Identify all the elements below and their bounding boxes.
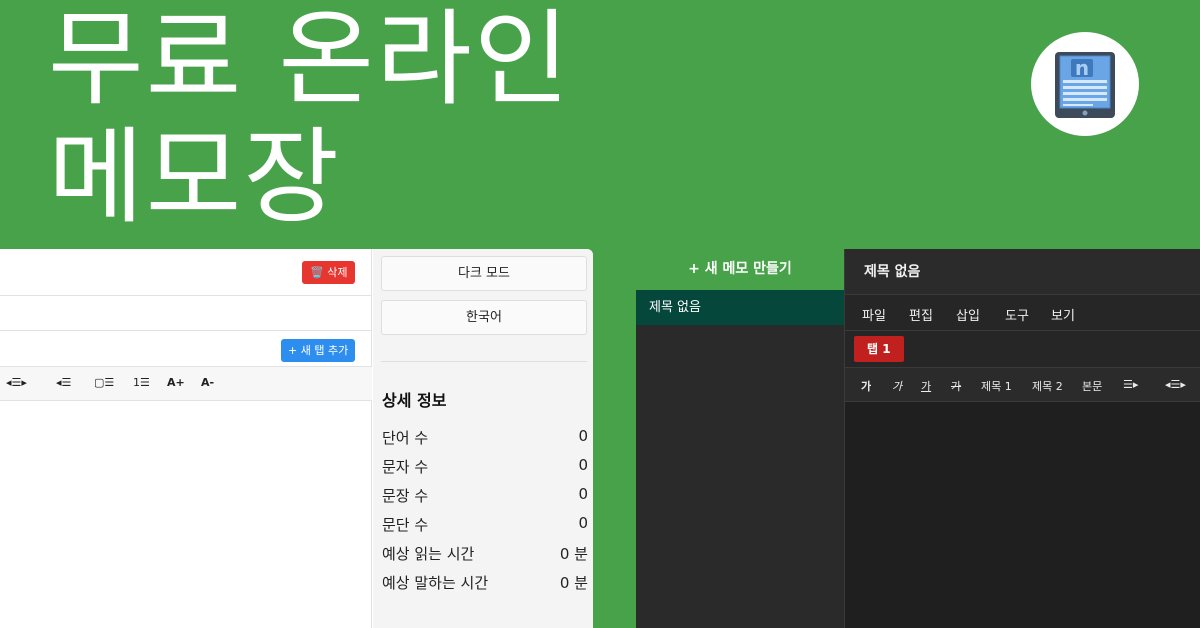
app-logo: n <box>1031 32 1139 136</box>
hero-line-2: 메모장 <box>48 116 342 238</box>
dark-menu-bar: 파일 편집 삽입 도구 보기 <box>845 295 1200 331</box>
stat-speaking-time: 예상 말하는 시간 0 분 <box>382 572 588 594</box>
stat-sentence-count: 문장 수 0 <box>382 485 588 507</box>
menu-item-insert[interactable]: 삽입 <box>956 305 980 324</box>
delete-button[interactable]: 🗑️ 삭제 <box>302 261 356 284</box>
stat-label: 문단 수 <box>382 516 429 534</box>
notepad-book-icon: n <box>1055 52 1115 118</box>
menu-bar <box>0 296 372 331</box>
stat-label: 예상 읽는 시간 <box>382 545 475 563</box>
dark-app-panel: + 새 메모 만들기 제목 없음 제목 없음 파일 편집 삽입 도구 보기 탭 … <box>636 249 1200 628</box>
menu-item-file[interactable]: 파일 <box>862 305 886 324</box>
stat-word-count: 단어 수 0 <box>382 427 588 449</box>
dark-format-toolbar: 가 가 가 가 제목 1 제목 2 본문 ☰▸ ◂☰▸ <box>845 368 1200 402</box>
heading1-button[interactable]: 제목 1 <box>981 378 1012 394</box>
align-center-button[interactable]: ◂☰▸ <box>6 376 27 389</box>
light-editor-panel: 🗑️ 삭제 + 새 탭 추가 ◂☰▸ ◂☰ ▢☰ 1☰ A+ A- 다크 모드 … <box>0 249 593 628</box>
stat-value: 0 <box>578 456 588 474</box>
font-increase-button[interactable]: A+ <box>167 376 185 389</box>
heading2-button[interactable]: 제목 2 <box>1032 378 1063 394</box>
logo-letter: n <box>1075 56 1089 80</box>
memo-sidebar: + 새 메모 만들기 제목 없음 <box>636 249 844 628</box>
editor-header: 🗑️ 삭제 <box>0 249 372 296</box>
stat-value: 0 <box>578 427 588 445</box>
font-decrease-button[interactable]: A- <box>201 376 214 389</box>
underline-button[interactable]: 가 <box>921 378 931 394</box>
hero-title: 무료 온라인 메모장 <box>48 0 571 236</box>
hero-line-1: 무료 온라인 <box>48 0 572 120</box>
stat-value: 0 분 <box>559 574 588 592</box>
stat-label: 문장 수 <box>382 487 429 505</box>
stat-value: 0 <box>578 514 588 532</box>
stat-label: 예상 말하는 시간 <box>382 574 489 592</box>
stat-reading-time: 예상 읽는 시간 0 분 <box>382 543 588 565</box>
new-memo-button[interactable]: + 새 메모 만들기 <box>636 249 844 290</box>
menu-item-tools[interactable]: 도구 <box>1005 305 1029 324</box>
stat-paragraph-count: 문단 수 0 <box>382 514 588 536</box>
dark-mode-button[interactable]: 다크 모드 <box>381 256 587 291</box>
editor-main: 🗑️ 삭제 + 새 탭 추가 ◂☰▸ ◂☰ ▢☰ 1☰ A+ A- <box>0 249 372 628</box>
sidebar-divider <box>381 361 587 362</box>
strikethrough-button[interactable]: 가 <box>951 378 961 394</box>
menu-item-view[interactable]: 보기 <box>1051 305 1075 324</box>
outdent-button[interactable]: ◂☰ <box>56 376 71 389</box>
details-title: 상세 정보 <box>382 391 447 410</box>
add-tab-button[interactable]: + 새 탭 추가 <box>281 339 356 362</box>
bold-button[interactable]: 가 <box>861 378 871 394</box>
align-right-button[interactable]: ☰▸ <box>1123 378 1138 391</box>
tab-bar: + 새 탭 추가 <box>0 331 372 367</box>
stat-char-count: 문자 수 0 <box>382 456 588 478</box>
italic-button[interactable]: 가 <box>892 378 902 394</box>
format-toolbar: ◂☰▸ ◂☰ ▢☰ 1☰ A+ A- <box>0 367 372 401</box>
memo-list-item[interactable]: 제목 없음 <box>636 290 844 325</box>
stat-value: 0 분 <box>559 545 588 563</box>
dark-editor: 제목 없음 파일 편집 삽입 도구 보기 탭 1 가 가 가 가 제목 1 제목… <box>844 249 1200 628</box>
dark-tab-bar: 탭 1 <box>845 331 1200 368</box>
memo-title[interactable]: 제목 없음 <box>845 249 1200 295</box>
body-text-button[interactable]: 본문 <box>1082 378 1102 394</box>
stat-label: 단어 수 <box>382 429 429 447</box>
language-button[interactable]: 한국어 <box>381 300 587 335</box>
align-center-button[interactable]: ◂☰▸ <box>1165 378 1186 391</box>
tab-1[interactable]: 탭 1 <box>854 336 904 362</box>
menu-item-edit[interactable]: 편집 <box>909 305 933 324</box>
numbered-list-button[interactable]: 1☰ <box>133 376 150 389</box>
bullet-list-button[interactable]: ▢☰ <box>94 376 114 389</box>
stat-value: 0 <box>578 485 588 503</box>
stat-label: 문자 수 <box>382 458 429 476</box>
details-sidebar: 다크 모드 한국어 상세 정보 단어 수 0 문자 수 0 문장 수 0 문단 … <box>373 249 593 628</box>
